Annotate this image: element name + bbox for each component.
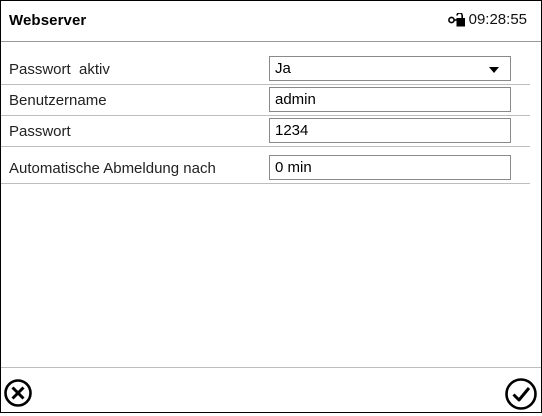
row-benutzername: Benutzername admin — [1, 85, 530, 116]
cancel-circle-x-icon — [4, 379, 32, 407]
automatische-abmeldung-label: Automatische Abmeldung nach — [9, 160, 216, 177]
benutzername-value: admin — [275, 91, 316, 108]
passwort-aktiv-dropdown[interactable]: Ja — [269, 56, 511, 81]
page-title: Webserver — [9, 12, 87, 29]
chevron-down-icon — [489, 67, 499, 73]
benutzername-field[interactable]: admin — [269, 87, 511, 112]
lock-open-icon — [447, 12, 465, 26]
benutzername-label: Benutzername — [9, 92, 107, 109]
webserver-screen: Webserver 09:28:55 Passwort aktiv Ja Ben… — [0, 0, 542, 413]
row-passwort-aktiv: Passwort aktiv Ja — [1, 54, 530, 85]
passwort-aktiv-value: Ja — [275, 60, 291, 77]
automatische-abmeldung-value: 0 min — [275, 159, 312, 176]
passwort-value: 1234 — [275, 122, 309, 139]
confirm-button[interactable] — [504, 377, 538, 411]
footer-bar — [1, 367, 541, 413]
row-automatische-abmeldung: Automatische Abmeldung nach 0 min — [1, 153, 530, 184]
automatische-abmeldung-field[interactable]: 0 min — [269, 155, 511, 180]
passwort-label: Passwort — [9, 123, 71, 140]
confirm-checkmark-icon — [505, 378, 537, 410]
clock-time: 09:28:55 — [468, 11, 527, 28]
status-area: 09:28:55 — [447, 11, 527, 28]
title-bar: Webserver 09:28:55 — [1, 1, 541, 42]
row-passwort: Passwort 1234 — [1, 116, 530, 147]
cancel-button[interactable] — [3, 378, 33, 408]
passwort-aktiv-label: Passwort aktiv — [9, 61, 110, 78]
passwort-field[interactable]: 1234 — [269, 118, 511, 143]
